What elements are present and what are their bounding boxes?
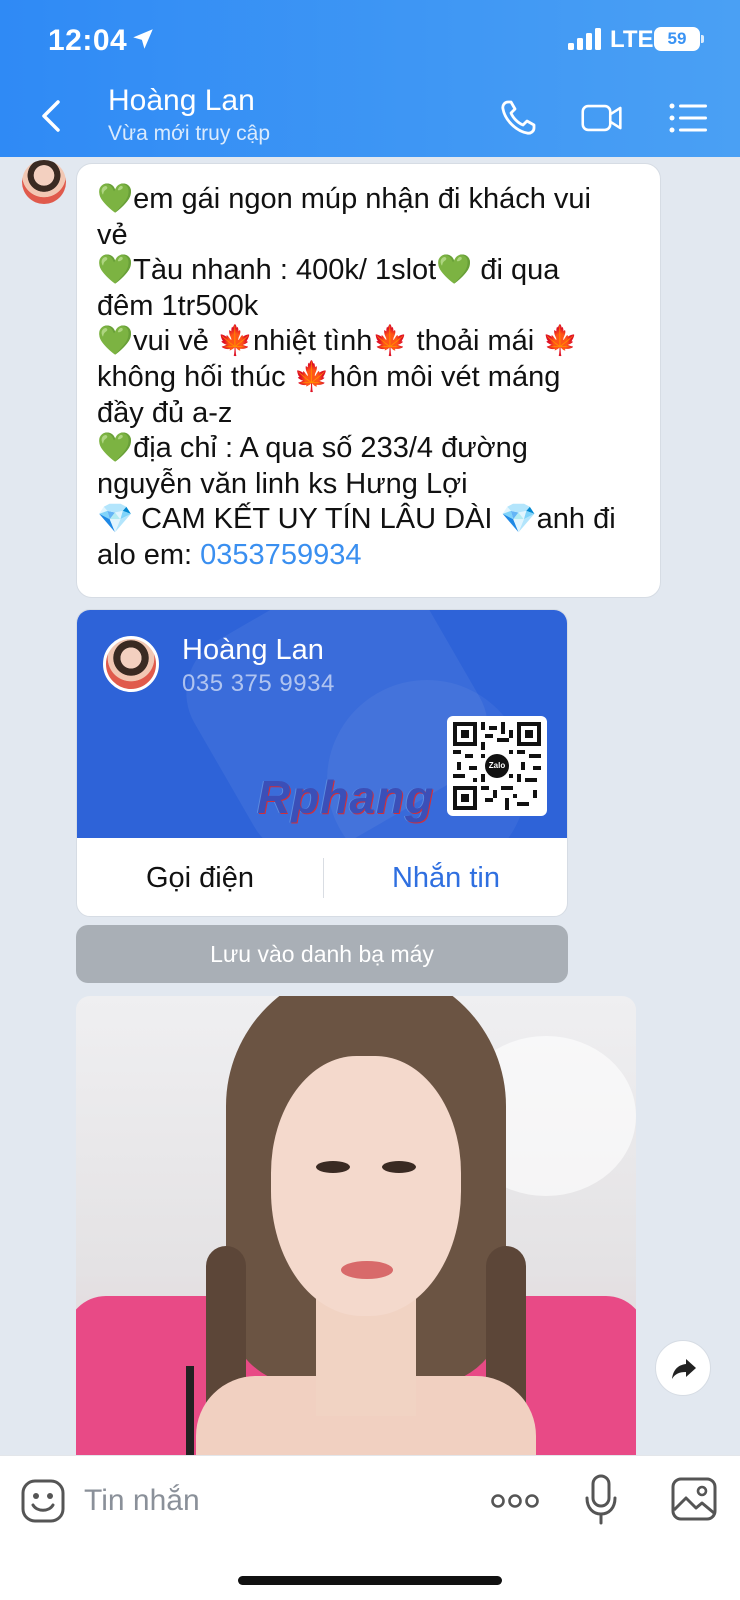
message-text: vẻ (97, 218, 128, 251)
message-text: đầy đủ a-z (97, 396, 233, 429)
message-text: đêm 1tr500k (97, 289, 259, 322)
message-text: hôn môi vét máng (329, 360, 561, 393)
message-text: đi qua (472, 254, 560, 287)
message-bubble[interactable]: 💚em gái ngon múp nhận đi khách vui vẻ 💚T… (76, 163, 661, 598)
message-line: 💚em gái ngon múp nhận đi khách vui (97, 182, 640, 218)
back-chevron-icon[interactable] (28, 92, 76, 140)
contact-card-phone: 035 375 9934 (182, 670, 335, 697)
heart-emoji: 💚 (97, 183, 134, 215)
image-icon[interactable] (670, 1476, 718, 1522)
message-text: vui vẻ (133, 325, 217, 358)
message-input[interactable] (84, 1476, 464, 1526)
contact-card-name: Hoàng Lan (182, 634, 324, 666)
message-text: không hối thúc (97, 360, 294, 393)
contact-card[interactable]: Hoàng Lan 035 375 9934 Rphang Zalo Gọi đ… (76, 609, 568, 917)
save-to-contacts-button[interactable]: Lưu vào danh bạ máy (76, 925, 568, 983)
diamond-emoji: 💎 (97, 503, 134, 536)
phone-number-link[interactable]: 0353759934 (200, 539, 361, 571)
message-line: đầy đủ a-z (97, 396, 640, 432)
heart-emoji: 💚 (97, 254, 134, 287)
message-line: đêm 1tr500k (97, 289, 640, 325)
message-text: thoải mái (408, 325, 543, 358)
message-line: 💎 CAM KẾT UY TÍN LÂU DÀI 💎anh đi (97, 502, 640, 538)
sender-avatar[interactable] (22, 160, 66, 204)
maple-leaf-emoji: 🍁 (372, 325, 409, 358)
phone-icon[interactable] (496, 96, 540, 140)
photo-eye (382, 1161, 416, 1173)
message-text: alo em: (97, 538, 201, 571)
video-camera-icon[interactable] (580, 96, 624, 140)
message-line: không hối thúc 🍁hôn môi vét máng (97, 360, 640, 396)
message-line: 💚địa chỉ : A qua số 233/4 đường (97, 431, 640, 467)
photo-lips (341, 1261, 393, 1279)
share-button[interactable] (655, 1340, 711, 1396)
photo-strap (186, 1366, 194, 1456)
heart-emoji: 💚 (97, 325, 134, 358)
chat-header: 12:04 LTE 59 Hoàng Lan Vừa mới truy cập (0, 0, 740, 157)
microphone-icon[interactable] (583, 1474, 619, 1526)
status-bar: 12:04 LTE 59 (0, 0, 740, 80)
battery-level: 59 (654, 27, 700, 51)
contact-card-header[interactable]: Hoàng Lan 035 375 9934 Rphang Zalo (77, 610, 567, 838)
signal-icon (568, 28, 601, 50)
emoji-icon[interactable] (20, 1478, 66, 1524)
diamond-emoji: 💎 (500, 503, 537, 536)
message-text: địa chỉ : A qua số 233/4 đường (133, 432, 528, 465)
status-time: 12:04 (48, 24, 128, 57)
heart-emoji: 💚 (436, 254, 473, 287)
message-text: anh đi (536, 503, 616, 536)
contact-card-avatar (103, 636, 159, 692)
heart-emoji: 💚 (97, 432, 134, 465)
message-line: nguyễn văn linh ks Hưng Lợi (97, 467, 640, 503)
network-type: LTE (610, 26, 654, 53)
location-arrow-icon (133, 29, 153, 49)
qr-code[interactable]: Zalo (447, 716, 547, 816)
contact-card-actions: Gọi điện Nhắn tin (77, 838, 567, 916)
message-text: Tàu nhanh : 400k/ 1slot (133, 254, 437, 287)
photo-message[interactable] (76, 996, 636, 1456)
menu-list-icon[interactable] (666, 96, 710, 140)
contact-status: Vừa mới truy cập (108, 122, 271, 145)
message-input-bar (0, 1455, 740, 1600)
message-text: em gái ngon múp nhận đi khách vui (133, 183, 591, 215)
zalo-logo-icon: Zalo (485, 754, 509, 778)
message-text: nhiệt tình (253, 325, 373, 358)
photo-eye (316, 1161, 350, 1173)
watermark: Rphang (257, 771, 435, 823)
call-button[interactable]: Gọi điện (77, 838, 323, 916)
battery-tip (701, 35, 704, 43)
contact-name[interactable]: Hoàng Lan (108, 84, 255, 118)
message-text: CAM KẾT UY TÍN LÂU DÀI (133, 503, 501, 536)
message-line: 💚vui vẻ 🍁nhiệt tình🍁 thoải mái 🍁 (97, 324, 640, 360)
maple-leaf-emoji: 🍁 (216, 325, 254, 358)
message-line: 💚Tàu nhanh : 400k/ 1slot💚 đi qua (97, 253, 640, 289)
share-arrow-icon (672, 1359, 696, 1379)
maple-leaf-emoji: 🍁 (542, 325, 579, 358)
battery-icon: 59 (654, 27, 704, 51)
home-indicator (238, 1576, 502, 1585)
message-button[interactable]: Nhắn tin (323, 838, 567, 916)
message-line: alo em: 0353759934 (97, 538, 640, 574)
message-text: nguyễn văn linh ks Hưng Lợi (97, 467, 468, 500)
more-dots-icon[interactable] (490, 1486, 540, 1516)
message-line: vẻ (97, 218, 640, 254)
maple-leaf-emoji: 🍁 (293, 360, 330, 393)
